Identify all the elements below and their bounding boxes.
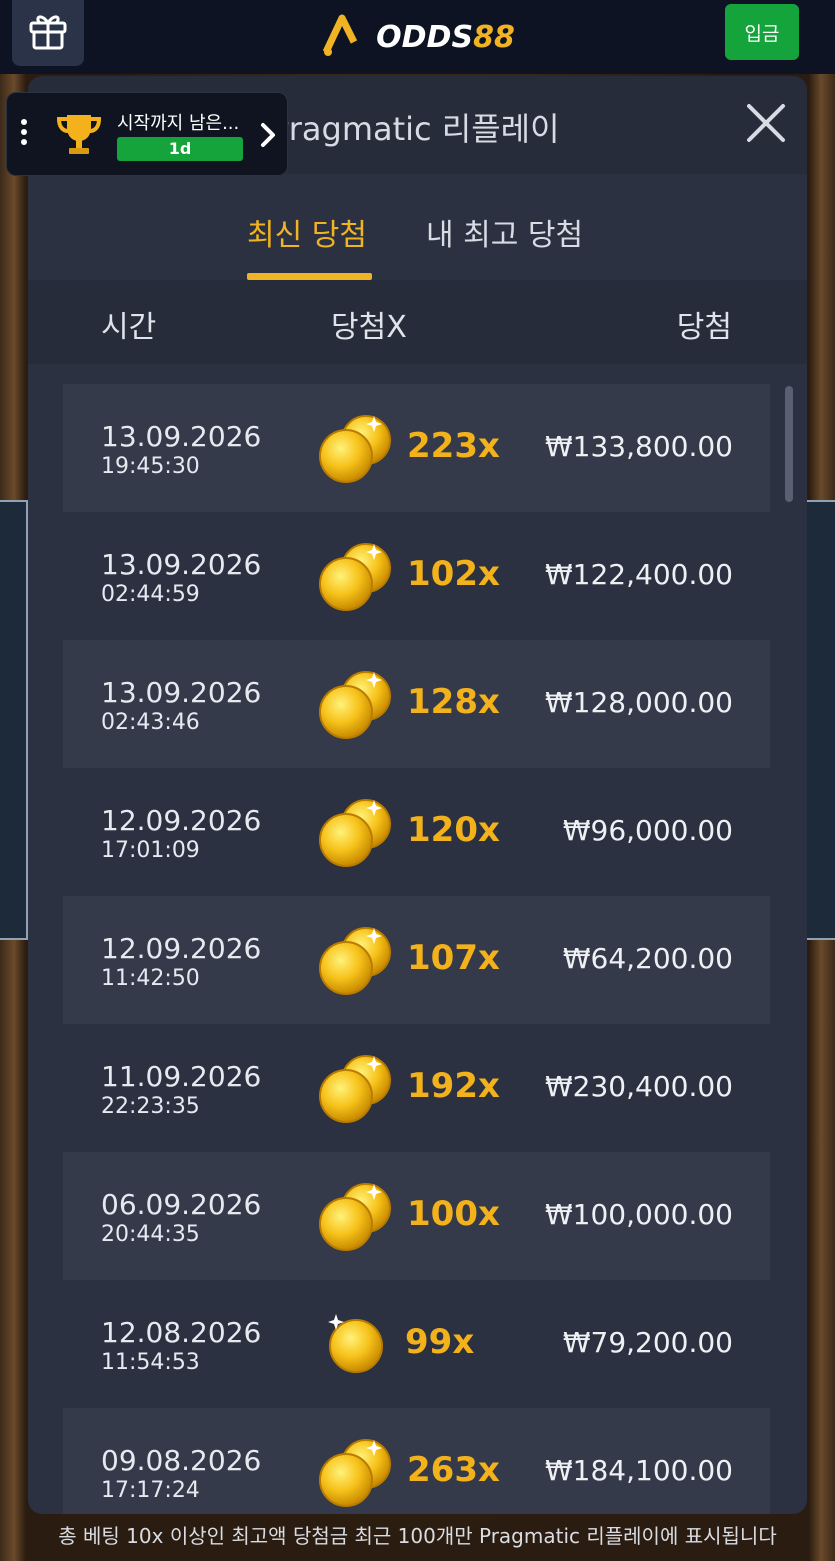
win-time: 02:44:59	[101, 582, 200, 607]
win-amount: ₩122,400.00	[544, 558, 733, 591]
coins-icon	[316, 1050, 396, 1124]
win-date: 12.09.2026	[101, 804, 262, 837]
gift-button[interactable]	[12, 0, 84, 66]
win-row: 11.09.2026 22:23:35 192x ₩230,400.00	[63, 1024, 770, 1152]
tournament-widget[interactable]: 시작까지 남은... 1d	[6, 92, 288, 176]
win-multiplier: 99x	[405, 1322, 475, 1362]
win-row: 09.08.2026 17:17:24 263x ₩184,100.00	[63, 1408, 770, 1514]
win-amount: ₩184,100.00	[544, 1454, 733, 1487]
win-multiplier: 223x	[407, 426, 500, 466]
tab-latest-wins[interactable]: 최신 당첨	[247, 210, 367, 254]
win-row: 13.09.2026 02:44:59 102x ₩122,400.00	[63, 512, 770, 640]
win-time: 17:01:09	[101, 838, 200, 863]
win-time: 20:44:35	[101, 1222, 200, 1247]
brand-logo[interactable]: ODDS88	[320, 12, 515, 62]
coins-icon	[316, 794, 396, 868]
win-list[interactable]: 13.09.2026 19:45:30 223x ₩133,800.00 13.09.2…	[63, 384, 770, 1514]
column-header-time: 시간	[101, 310, 157, 345]
coins-icon	[316, 410, 396, 484]
active-tab-indicator	[247, 273, 372, 280]
win-time: 02:43:46	[101, 710, 200, 735]
win-date: 13.09.2026	[101, 676, 262, 709]
close-button[interactable]	[743, 102, 789, 148]
coins-icon	[316, 1306, 396, 1380]
win-amount: ₩96,000.00	[562, 814, 733, 847]
coins-icon	[316, 922, 396, 996]
win-time: 17:17:24	[101, 1478, 200, 1503]
coins-icon	[316, 538, 396, 612]
win-row: 06.09.2026 20:44:35 100x ₩100,000.00	[63, 1152, 770, 1280]
win-row: 13.09.2026 19:45:30 223x ₩133,800.00	[63, 384, 770, 512]
win-row: 12.08.2026 11:54:53 99x ₩79,200.00	[63, 1280, 770, 1408]
replay-modal: Pragmatic 리플레이 최신 당첨 내 최고 당첨 시간 당첨X 당첨 1…	[28, 76, 807, 1514]
scrollbar[interactable]	[785, 386, 793, 502]
win-amount: ₩128,000.00	[544, 686, 733, 719]
win-row: 12.09.2026 17:01:09 120x ₩96,000.00	[63, 768, 770, 896]
top-bar: ODDS88 입금	[0, 0, 835, 74]
win-amount: ₩64,200.00	[562, 942, 733, 975]
win-date: 06.09.2026	[101, 1188, 262, 1221]
deposit-button[interactable]: 입금	[725, 4, 799, 60]
close-icon	[746, 103, 786, 147]
chevron-right-icon[interactable]	[259, 121, 277, 153]
column-header-multiplier: 당첨X	[331, 310, 407, 345]
win-amount: ₩100,000.00	[544, 1198, 733, 1231]
tab-my-best-wins[interactable]: 내 최고 당첨	[426, 210, 583, 254]
win-multiplier: 128x	[407, 682, 500, 722]
column-header-win: 당첨	[676, 310, 732, 345]
tournament-countdown-badge: 1d	[117, 137, 243, 161]
win-multiplier: 107x	[407, 938, 500, 978]
win-row: 13.09.2026 02:43:46 128x ₩128,000.00	[63, 640, 770, 768]
gift-icon	[26, 9, 70, 57]
game-reel-left	[0, 500, 28, 940]
win-date: 09.08.2026	[101, 1444, 262, 1477]
win-multiplier: 100x	[407, 1194, 500, 1234]
coins-icon	[316, 666, 396, 740]
win-amount: ₩133,800.00	[544, 430, 733, 463]
tournament-label: 시작까지 남은...	[117, 113, 240, 134]
coins-icon	[316, 1178, 396, 1252]
win-time: 11:54:53	[101, 1350, 200, 1375]
win-time: 19:45:30	[101, 454, 200, 479]
win-amount: ₩79,200.00	[562, 1326, 733, 1359]
win-date: 13.09.2026	[101, 420, 262, 453]
brand-logo-icon	[320, 12, 366, 62]
more-icon[interactable]	[21, 119, 27, 149]
win-time: 11:42:50	[101, 966, 200, 991]
win-row: 12.09.2026 11:42:50 107x ₩64,200.00	[63, 896, 770, 1024]
win-date: 12.08.2026	[101, 1316, 262, 1349]
brand-name: ODDS88	[376, 19, 515, 55]
win-multiplier: 263x	[407, 1450, 500, 1490]
win-date: 13.09.2026	[101, 548, 262, 581]
win-multiplier: 102x	[407, 554, 500, 594]
coins-icon	[316, 1434, 396, 1508]
modal-title: Pragmatic 리플레이	[270, 110, 560, 148]
game-reel-right	[805, 500, 835, 940]
win-date: 11.09.2026	[101, 1060, 262, 1093]
column-headers: 시간 당첨X 당첨	[28, 280, 807, 364]
trophy-icon	[55, 111, 103, 161]
win-multiplier: 120x	[407, 810, 500, 850]
footer-note: 총 베팅 10x 이상인 최고액 당첨금 최근 100개만 Pragmatic …	[58, 1524, 777, 1548]
win-amount: ₩230,400.00	[544, 1070, 733, 1103]
win-multiplier: 192x	[407, 1066, 500, 1106]
win-date: 12.09.2026	[101, 932, 262, 965]
win-time: 22:23:35	[101, 1094, 200, 1119]
tab-bar: 최신 당첨 내 최고 당첨	[28, 174, 807, 280]
